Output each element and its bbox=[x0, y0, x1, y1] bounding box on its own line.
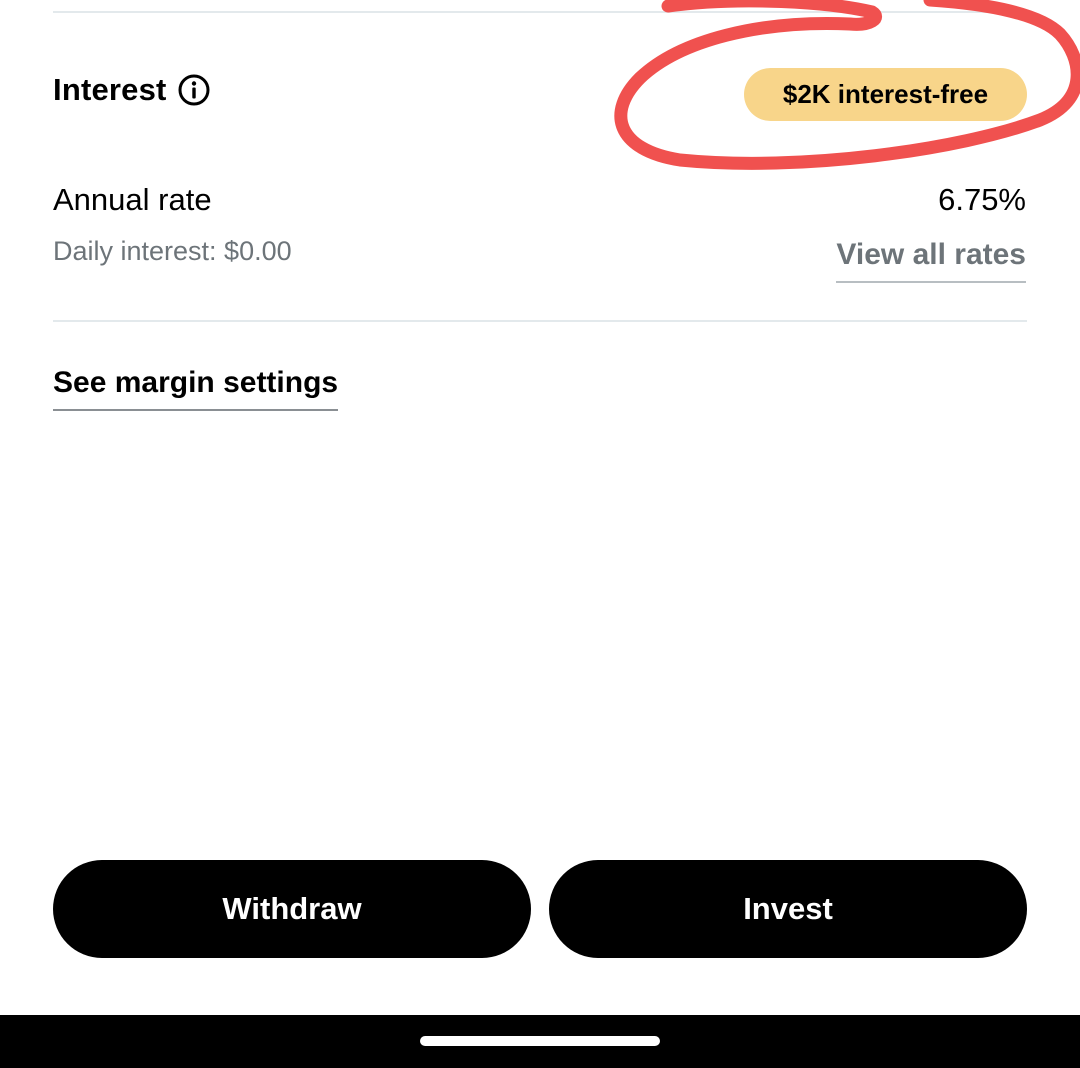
interest-title: Interest bbox=[53, 72, 167, 107]
view-all-rates-link[interactable]: View all rates bbox=[836, 238, 1026, 283]
invest-button[interactable]: Invest bbox=[549, 860, 1027, 958]
daily-interest-text: Daily interest: $0.00 bbox=[53, 236, 292, 266]
system-navigation-bar bbox=[0, 1015, 1080, 1068]
section-divider bbox=[53, 320, 1027, 322]
info-icon[interactable] bbox=[177, 73, 211, 107]
see-margin-settings-link[interactable]: See margin settings bbox=[53, 366, 339, 411]
interest-header: Interest bbox=[53, 72, 211, 108]
top-divider bbox=[53, 11, 1027, 13]
annual-rate-value: 6.75% bbox=[938, 182, 1026, 217]
home-indicator[interactable] bbox=[420, 1036, 660, 1046]
interest-free-badge: $2K interest-free bbox=[744, 68, 1027, 121]
annual-rate-label: Annual rate bbox=[53, 182, 212, 217]
withdraw-button[interactable]: Withdraw bbox=[53, 860, 531, 958]
